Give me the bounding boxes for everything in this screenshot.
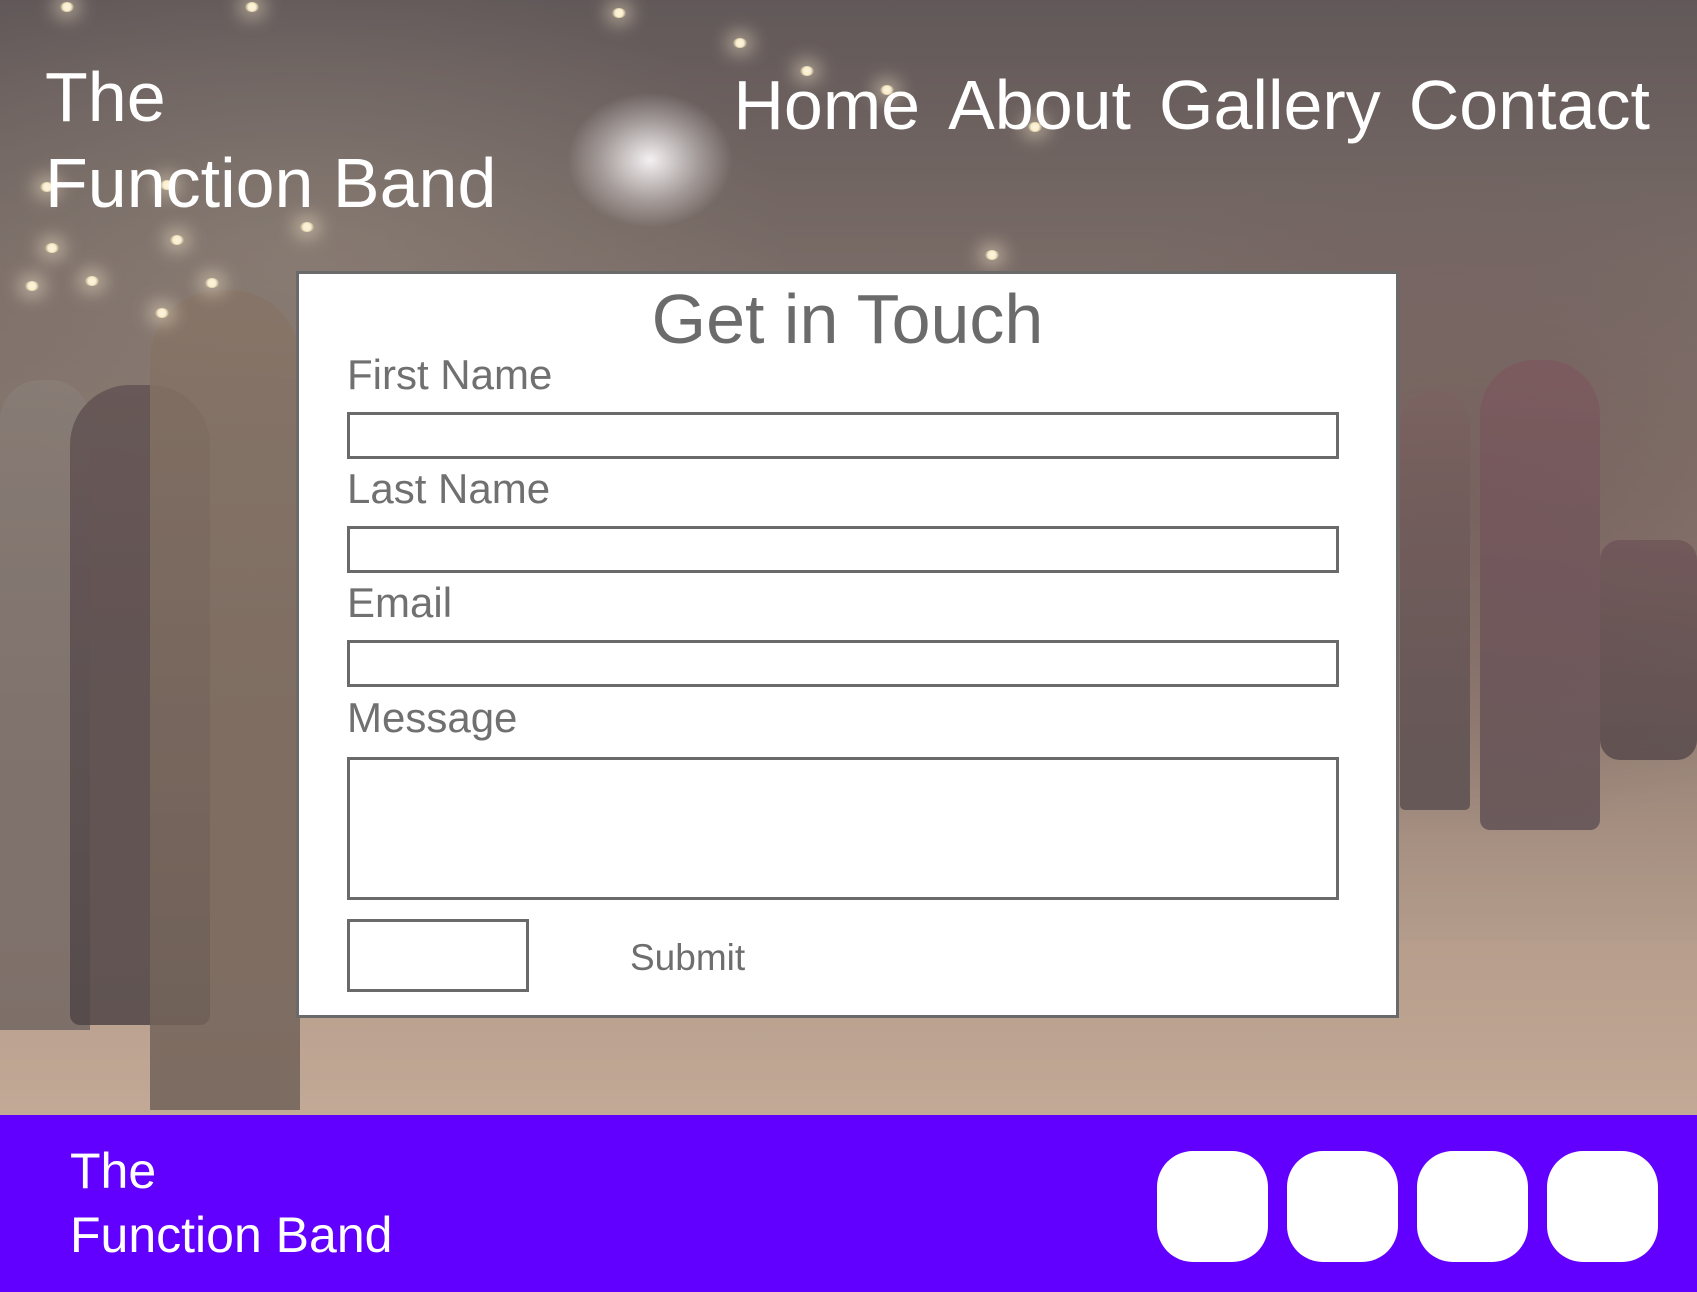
- social-icon-1[interactable]: [1157, 1151, 1268, 1262]
- footer-logo[interactable]: The Function Band: [70, 1139, 392, 1267]
- social-icon-4[interactable]: [1547, 1151, 1658, 1262]
- submit-button[interactable]: [347, 919, 529, 992]
- contact-form-card: Get in Touch First Name Last Name Email …: [296, 271, 1399, 1018]
- social-icon-3[interactable]: [1417, 1151, 1528, 1262]
- nav-link-contact[interactable]: Contact: [1409, 62, 1650, 148]
- message-label: Message: [347, 694, 518, 741]
- site-logo[interactable]: The Function Band: [45, 54, 496, 226]
- social-icon-2[interactable]: [1287, 1151, 1398, 1262]
- nav-link-gallery[interactable]: Gallery: [1159, 62, 1381, 148]
- first-name-input[interactable]: [347, 412, 1339, 459]
- footer-brand-line-2: Function Band: [70, 1207, 393, 1263]
- last-name-label: Last Name: [347, 465, 551, 512]
- main-nav: Home About Gallery Contact: [733, 62, 1650, 148]
- brand-line-1: The: [45, 58, 166, 136]
- submit-label[interactable]: Submit: [630, 936, 745, 980]
- form-title: Get in Touch: [651, 280, 1044, 358]
- message-textarea[interactable]: [347, 757, 1339, 900]
- email-label: Email: [347, 579, 453, 626]
- nav-link-about[interactable]: About: [948, 62, 1131, 148]
- last-name-input[interactable]: [347, 526, 1339, 573]
- page: The Function Band Home About Gallery Con…: [0, 0, 1697, 1292]
- nav-link-home[interactable]: Home: [733, 62, 920, 148]
- footer-brand-line-1: The: [70, 1143, 157, 1199]
- first-name-label: First Name: [347, 351, 553, 398]
- footer: The Function Band: [0, 1115, 1697, 1292]
- brand-line-2: Function Band: [45, 144, 497, 222]
- email-input[interactable]: [347, 640, 1339, 687]
